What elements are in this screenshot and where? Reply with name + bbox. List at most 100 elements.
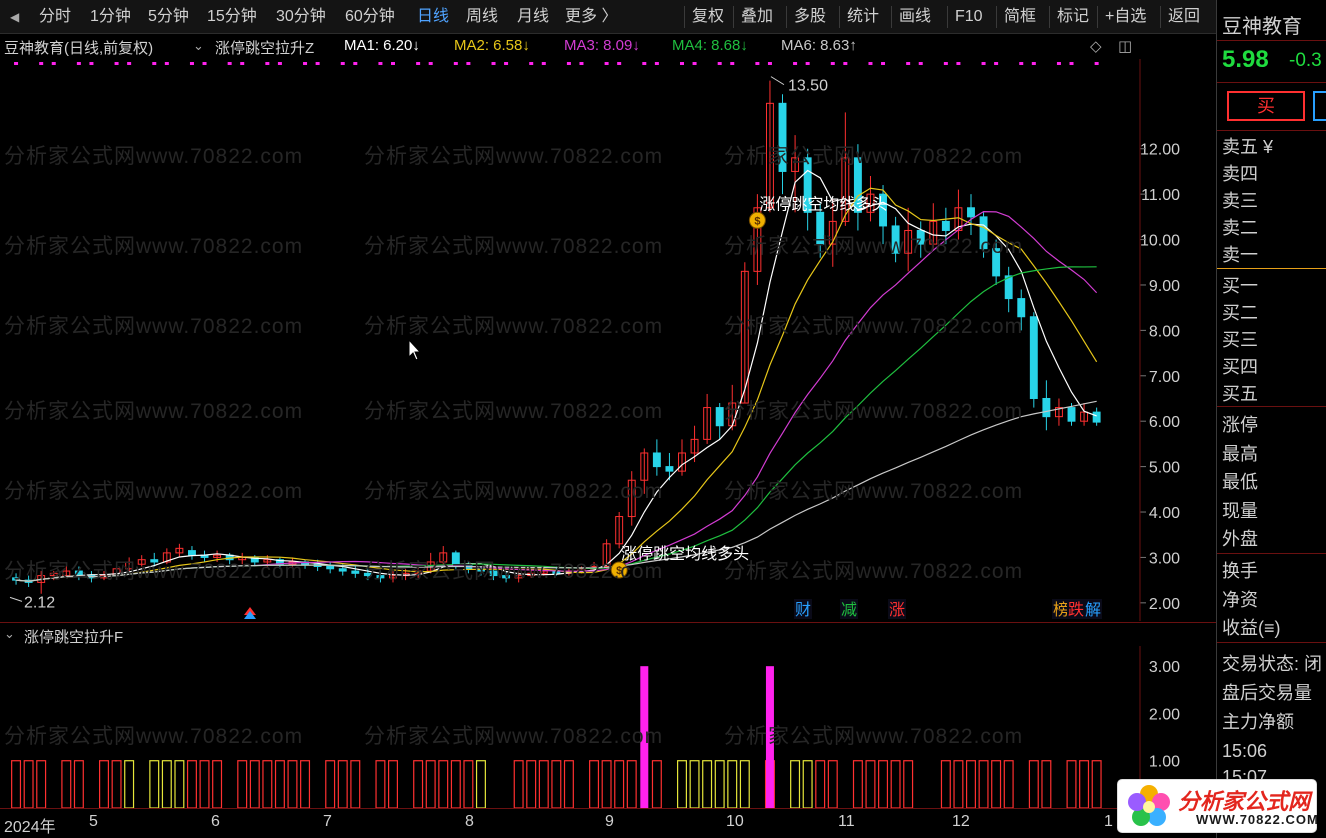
event-badge-5[interactable]: 解 <box>1085 601 1101 619</box>
diamond-icon[interactable]: ◇ <box>1090 37 1102 55</box>
buy-button[interactable]: 买 <box>1227 91 1305 121</box>
sub-chart[interactable]: 3.00 2.00 1.00 <box>0 646 1216 808</box>
period-tab-3[interactable]: 15分钟 <box>207 0 257 34</box>
sub-bar <box>714 760 725 808</box>
sub-bar <box>237 760 248 808</box>
tool-button-7[interactable]: 标记 <box>1057 0 1089 34</box>
tool-button-0[interactable]: 复权 <box>692 0 724 34</box>
event-badge-2[interactable]: 涨 <box>889 601 905 619</box>
candle <box>175 543 184 558</box>
event-badge-0[interactable]: 财 <box>795 601 811 619</box>
price-tick-4: 8.00 <box>1149 323 1180 340</box>
price-tick-8: 4.00 <box>1149 505 1180 522</box>
main-indicator-name[interactable]: 涨停跳空拉升Z <box>215 37 314 58</box>
chevron-down-icon[interactable]: ⌄ <box>193 38 204 54</box>
sub-bar <box>702 760 713 808</box>
tool-button-8[interactable]: +自选 <box>1105 0 1146 34</box>
candle <box>992 239 1001 285</box>
window-icon[interactable]: ◫ <box>1118 37 1132 55</box>
x-label-3: 7 <box>323 813 332 830</box>
sub-bar <box>689 760 700 808</box>
candle <box>678 439 686 476</box>
candle <box>627 471 636 526</box>
candle <box>853 144 862 231</box>
candle <box>879 185 887 245</box>
candle <box>967 194 975 236</box>
scroll-left-icon[interactable]: ◀ <box>10 0 19 34</box>
ma-label-3: MA4: 8.68↓ <box>672 37 748 54</box>
sub-bar <box>425 760 436 808</box>
last-price: 5.98 <box>1222 46 1269 73</box>
period-tab-5[interactable]: 60分钟 <box>345 0 395 34</box>
tool-button-1[interactable]: 叠加 <box>741 0 773 34</box>
candle <box>188 546 196 560</box>
signal-dots <box>14 62 1099 65</box>
stat-row-0: 涨停 <box>1222 415 1258 435</box>
sub-bar <box>878 760 889 808</box>
sub-bar <box>827 760 838 808</box>
price-tick-1: 11.00 <box>1141 187 1180 204</box>
money-bag-icon-glyph: $ <box>754 215 760 227</box>
price-tick-5: 7.00 <box>1149 369 1180 386</box>
sub-bar <box>739 760 750 808</box>
sub-bar <box>727 760 738 808</box>
sub-bar <box>325 760 336 808</box>
candle <box>640 448 649 494</box>
event-badge-3[interactable]: 榜 <box>1053 601 1069 619</box>
sub-indicator-name[interactable]: 涨停跳空拉升F <box>24 626 123 647</box>
time-row-0: 15:06 <box>1222 741 1268 761</box>
tool-button-2[interactable]: 多股 <box>794 0 826 34</box>
period-tab-1[interactable]: 1分钟 <box>90 0 131 34</box>
chart-title: 豆神教育(日线,前复权) <box>4 40 154 57</box>
sub-tick-2: 1.00 <box>1149 754 1180 771</box>
stat-row-1: 最高 <box>1222 443 1258 464</box>
stat-row-3: 现量 <box>1222 500 1258 521</box>
event-badge-1[interactable]: 减 <box>841 601 857 619</box>
sub-bar <box>475 760 486 808</box>
sub-bar <box>815 760 826 808</box>
candle <box>778 94 787 195</box>
sub-bar <box>551 760 562 808</box>
candle <box>665 452 674 481</box>
tool-button-5[interactable]: F10 <box>955 0 983 34</box>
period-tab-4[interactable]: 30分钟 <box>276 0 326 34</box>
sell-button[interactable] <box>1313 91 1326 121</box>
main-chart[interactable]: 12.00 11.00 10.00 9.00 8.00 7.00 6.00 5.00 4.00 3… <box>0 59 1216 621</box>
period-tab-9[interactable]: 更多 〉 <box>565 0 617 34</box>
sub-bar <box>626 760 637 808</box>
price-tick-3: 9.00 <box>1149 278 1180 295</box>
sub-bar <box>61 760 72 808</box>
sell-level-1: 卖四 <box>1222 164 1258 184</box>
tool-button-4[interactable]: 画线 <box>899 0 931 34</box>
sub-bar <box>199 760 210 808</box>
candle <box>979 212 988 258</box>
sub-bar <box>953 760 964 808</box>
tool-button-6[interactable]: 简框 <box>1004 0 1036 34</box>
candle <box>389 571 397 583</box>
period-tab-0[interactable]: 分时 <box>39 0 71 34</box>
ma-line-MA3 <box>15 211 1098 582</box>
toolbar-separator <box>733 6 734 28</box>
candle <box>703 393 712 444</box>
toolbar-separator <box>839 6 840 28</box>
sub-bar <box>388 760 398 808</box>
x-label-9: 1 <box>1104 813 1113 830</box>
candle <box>326 561 335 574</box>
period-tab-2[interactable]: 5分钟 <box>148 0 189 34</box>
period-tab-8[interactable]: 月线 <box>517 0 549 34</box>
sub-bar <box>463 760 474 808</box>
period-tab-6[interactable]: 日线 <box>417 0 449 34</box>
chevron-down-icon[interactable]: ⌄ <box>4 626 15 642</box>
period-tab-7[interactable]: 周线 <box>466 0 498 34</box>
stat-row-4: 外盘 <box>1222 529 1258 549</box>
sub-bar <box>978 760 989 808</box>
sub-bar <box>965 760 976 808</box>
sub-bar <box>513 760 524 808</box>
stat2-row-0: 换手 <box>1222 561 1258 581</box>
sub-bar <box>186 760 197 808</box>
sub-tick-1: 2.00 <box>1149 706 1180 723</box>
x-axis: 2024年 5 6 7 8 9 10 11 12 1 <box>0 808 1216 838</box>
tool-button-9[interactable]: 返回 <box>1168 0 1200 34</box>
tool-button-3[interactable]: 统计 <box>847 0 879 34</box>
event-badge-4[interactable]: 跌 <box>1068 601 1084 619</box>
